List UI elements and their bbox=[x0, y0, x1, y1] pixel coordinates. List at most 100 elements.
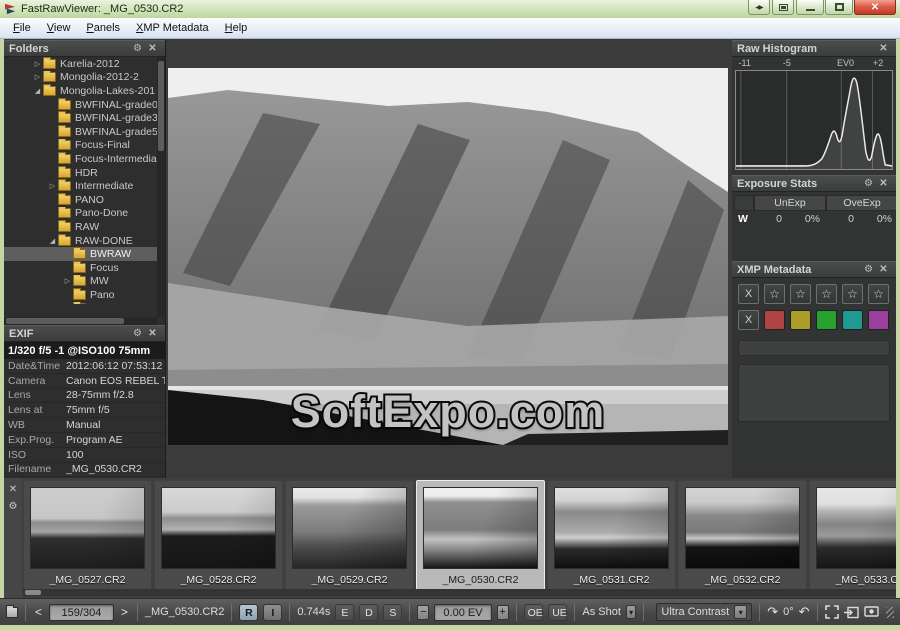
menu-item-xmp-metadata[interactable]: XMP Metadata bbox=[129, 20, 216, 36]
star-rating-button[interactable]: ☆ bbox=[764, 284, 785, 304]
image-viewer: SoftExpo.com bbox=[166, 39, 732, 478]
fullscreen-button[interactable] bbox=[825, 605, 839, 620]
star-rating-button[interactable]: ☆ bbox=[790, 284, 811, 304]
shadows-button[interactable]: S bbox=[383, 604, 402, 621]
star-rating-button[interactable]: ☆ bbox=[868, 284, 889, 304]
folder-tree-item[interactable]: OO bbox=[4, 302, 157, 304]
menu-item-help[interactable]: Help bbox=[218, 20, 255, 36]
chevron-expanded-icon[interactable]: ◢ bbox=[47, 237, 58, 245]
display-settings-button[interactable] bbox=[864, 605, 879, 620]
close-icon[interactable]: ✕ bbox=[876, 43, 891, 54]
ev-increase-button[interactable]: + bbox=[497, 605, 509, 620]
xmp-label-input[interactable] bbox=[738, 340, 890, 356]
white-balance-dropdown[interactable]: ▾ bbox=[626, 605, 636, 619]
ev-decrease-button[interactable]: − bbox=[417, 605, 429, 620]
gear-icon[interactable]: ⚙ bbox=[9, 501, 18, 512]
open-folder-icon[interactable] bbox=[6, 607, 18, 618]
resize-grip[interactable] bbox=[886, 607, 894, 618]
folder-tree-item[interactable]: Focus-Final bbox=[4, 139, 157, 153]
folder-tree-item[interactable]: RAW bbox=[4, 220, 157, 234]
close-icon[interactable]: ✕ bbox=[9, 484, 17, 495]
exif-row: Date&Time2012:06:12 07:53:12 bbox=[4, 359, 165, 374]
filmstrip-scrollbar[interactable] bbox=[23, 589, 896, 596]
gear-icon[interactable]: ⚙ bbox=[861, 264, 876, 275]
color-label-button[interactable] bbox=[816, 310, 837, 330]
folder-tree-item[interactable]: BWRAW bbox=[4, 247, 157, 261]
folder-tree-item[interactable]: ◢Mongolia-Lakes-201 bbox=[4, 84, 157, 98]
folder-tree-item[interactable]: BWFINAL-grade0 bbox=[4, 98, 157, 112]
rotate-ccw-button[interactable]: ↶ bbox=[799, 604, 810, 620]
folder-label: BWFINAL-grade0 bbox=[75, 99, 157, 111]
color-label-button[interactable] bbox=[764, 310, 785, 330]
overexposure-toggle[interactable]: OE bbox=[524, 604, 544, 621]
current-filename: _MG_0530.CR2 bbox=[145, 606, 225, 618]
folder-tree-item[interactable]: ▷MW bbox=[4, 275, 157, 289]
maximize-button[interactable] bbox=[825, 0, 853, 15]
xmp-notes-field[interactable] bbox=[738, 364, 890, 422]
chevron-expanded-icon[interactable]: ◢ bbox=[32, 87, 43, 95]
close-icon[interactable]: ✕ bbox=[145, 328, 160, 339]
filmstrip-thumbnail[interactable]: _MG_0533.CR2 bbox=[809, 480, 896, 592]
menu-item-view[interactable]: View bbox=[40, 20, 78, 36]
chevron-collapsed-icon[interactable]: ▷ bbox=[32, 73, 43, 81]
filmstrip-thumbnail[interactable]: _MG_0532.CR2 bbox=[678, 480, 807, 592]
color-label-button[interactable] bbox=[790, 310, 811, 330]
color-label-button[interactable] bbox=[868, 310, 889, 330]
folder-label: PANO bbox=[75, 194, 104, 206]
gear-icon[interactable]: ⚙ bbox=[130, 43, 145, 54]
clear-rating-button[interactable]: X bbox=[738, 284, 759, 304]
switch-display-button[interactable] bbox=[844, 605, 859, 620]
filmstrip-thumbnail[interactable]: _MG_0529.CR2 bbox=[285, 480, 414, 592]
compare-button[interactable]: ◀▶ bbox=[748, 0, 770, 15]
raw-mode-button[interactable]: R bbox=[239, 604, 258, 621]
contrast-dropdown[interactable]: ▾ bbox=[734, 605, 747, 619]
filmstrip-thumbnail[interactable]: _MG_0530.CR2 bbox=[416, 480, 545, 592]
next-file-button[interactable]: > bbox=[119, 605, 130, 619]
contrast-selector[interactable]: Ultra Contrast ▾ bbox=[656, 603, 752, 621]
folder-tree-item[interactable]: Focus bbox=[4, 261, 157, 275]
chevron-collapsed-icon[interactable]: ▷ bbox=[47, 182, 58, 190]
folder-tree-item[interactable]: ◢RAW-DONE bbox=[4, 234, 157, 248]
main-photo[interactable]: SoftExpo.com bbox=[168, 68, 728, 445]
chevron-collapsed-icon[interactable]: ▷ bbox=[62, 277, 73, 285]
folder-tree-item[interactable]: PANO bbox=[4, 193, 157, 207]
details-button[interactable]: D bbox=[359, 604, 378, 621]
color-label-button[interactable] bbox=[842, 310, 863, 330]
filmstrip-thumbnail[interactable]: _MG_0528.CR2 bbox=[154, 480, 283, 592]
underexposure-toggle[interactable]: UE bbox=[548, 604, 567, 621]
menu-item-panels[interactable]: Panels bbox=[79, 20, 127, 36]
float-window-button[interactable] bbox=[772, 0, 794, 15]
folders-horizontal-scrollbar[interactable] bbox=[4, 317, 157, 325]
exif-field-value: Program AE bbox=[66, 434, 165, 446]
filmstrip-thumbnail[interactable]: _MG_0531.CR2 bbox=[547, 480, 676, 592]
gear-icon[interactable]: ⚙ bbox=[130, 328, 145, 339]
minimize-button[interactable] bbox=[796, 0, 824, 15]
gear-icon[interactable]: ⚙ bbox=[861, 178, 876, 189]
star-rating-button[interactable]: ☆ bbox=[842, 284, 863, 304]
chevron-collapsed-icon[interactable]: ▷ bbox=[32, 60, 43, 68]
folder-tree-item[interactable]: Focus-Intermedia bbox=[4, 152, 157, 166]
folder-tree-item[interactable]: Pano bbox=[4, 288, 157, 302]
close-button[interactable]: ✕ bbox=[854, 0, 896, 15]
filmstrip-thumbnail[interactable]: _MG_0527.CR2 bbox=[23, 480, 152, 592]
white-balance-value[interactable]: As Shot bbox=[582, 606, 621, 618]
folder-tree-item[interactable]: HDR bbox=[4, 166, 157, 180]
folder-tree-item[interactable]: ▷Karelia-2012 bbox=[4, 57, 157, 71]
folder-tree-item[interactable]: BWFINAL-grade3 bbox=[4, 111, 157, 125]
close-icon[interactable]: ✕ bbox=[876, 264, 891, 275]
menu-item-file[interactable]: File bbox=[6, 20, 38, 36]
folders-vertical-scrollbar[interactable] bbox=[157, 57, 165, 317]
folder-tree-item[interactable]: ▷Mongolia-2012-2 bbox=[4, 71, 157, 85]
exposure-button[interactable]: E bbox=[335, 604, 354, 621]
previous-file-button[interactable]: < bbox=[33, 605, 44, 619]
info-mode-button[interactable]: I bbox=[263, 604, 282, 621]
exif-field-label: Lens bbox=[4, 389, 66, 401]
folder-tree-item[interactable]: ▷Intermediate bbox=[4, 179, 157, 193]
clear-color-label-button[interactable]: X bbox=[738, 310, 759, 330]
star-rating-button[interactable]: ☆ bbox=[816, 284, 837, 304]
rotate-cw-button[interactable]: ↷ bbox=[767, 604, 778, 620]
close-icon[interactable]: ✕ bbox=[876, 178, 891, 189]
folder-tree-item[interactable]: Pano-Done bbox=[4, 207, 157, 221]
folder-tree-item[interactable]: BWFINAL-grade5 bbox=[4, 125, 157, 139]
close-icon[interactable]: ✕ bbox=[145, 43, 160, 54]
